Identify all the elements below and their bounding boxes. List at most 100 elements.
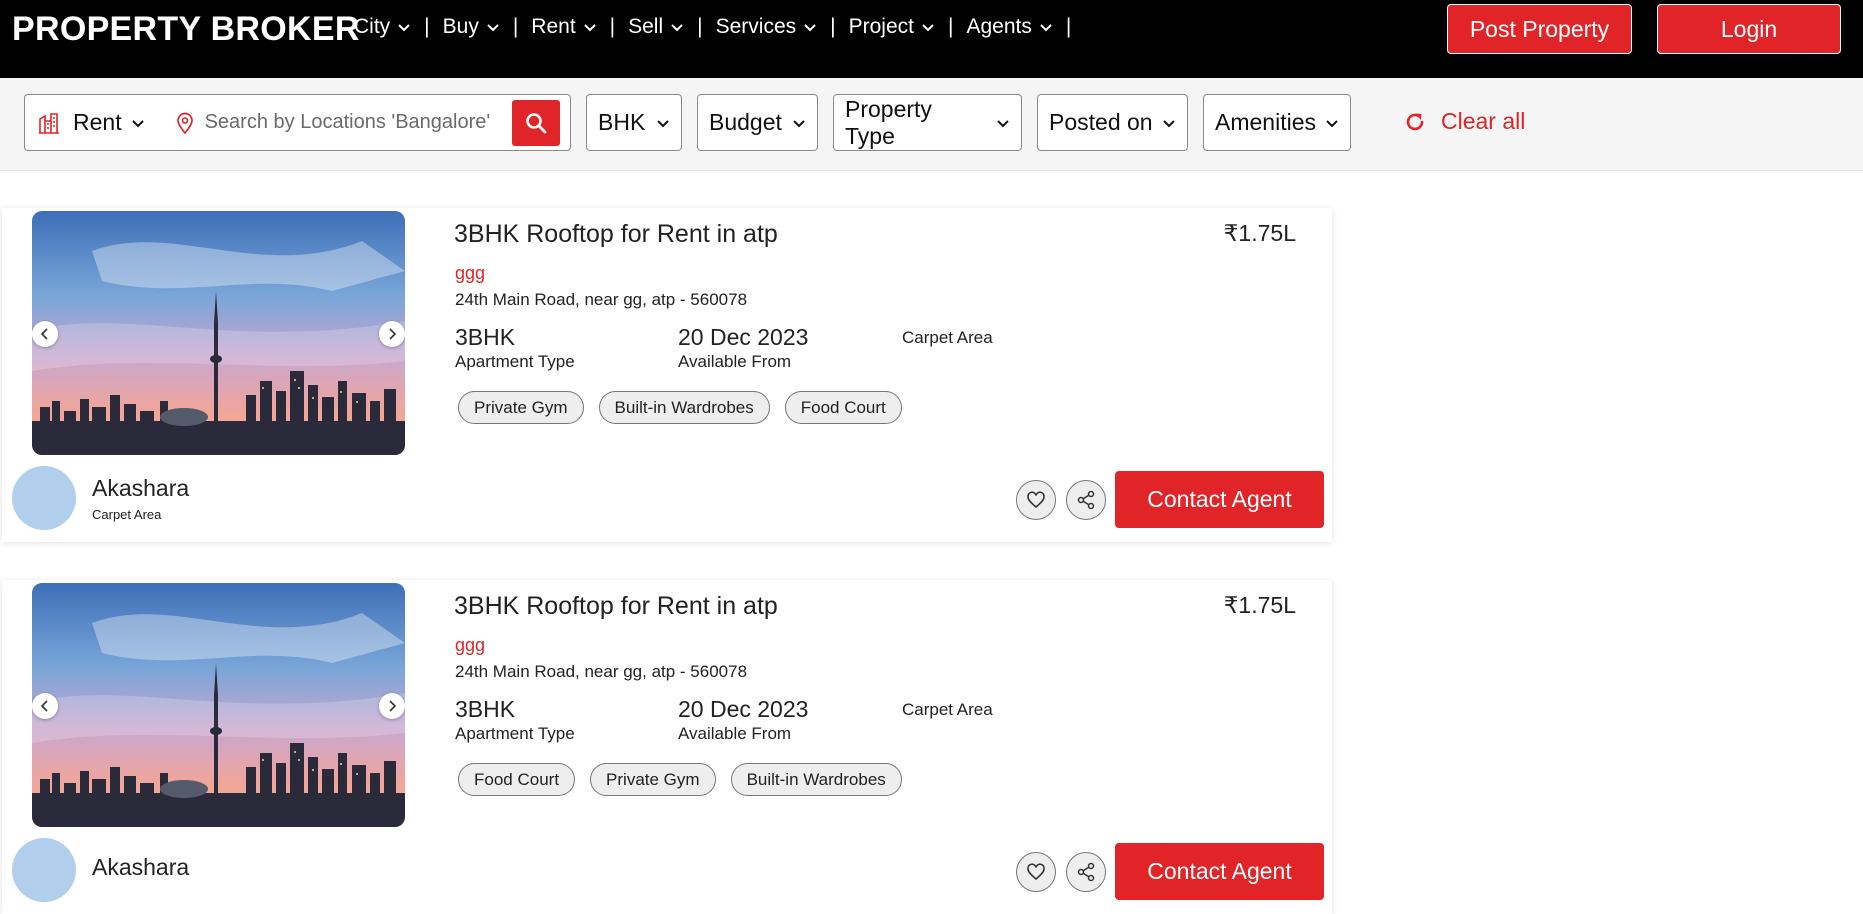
- agent-subtext: Carpet Area: [92, 506, 162, 522]
- property-type-dropdown[interactable]: Property Type: [833, 94, 1022, 151]
- listing-address: 24th Main Road, near gg, atp - 560078: [455, 290, 748, 309]
- listing-card[interactable]: 3BHK Rooftop for Rent in atp ₹1.75L ggg …: [2, 208, 1332, 542]
- property-type-dropdown-label: Property Type: [845, 95, 932, 149]
- chevron-down-icon: [657, 119, 669, 127]
- apartment-type-spec: 3BHK Apartment Type: [455, 324, 575, 372]
- chevron-down-icon: [1326, 119, 1338, 127]
- apartment-type-spec: 3BHK Apartment Type: [455, 696, 575, 744]
- avatar: [12, 838, 76, 902]
- contact-agent-button[interactable]: Contact Agent: [1115, 843, 1324, 900]
- chevron-down-icon: [922, 24, 934, 32]
- listing-price: ₹1.75L: [1223, 220, 1296, 246]
- nav-separator: |: [424, 15, 430, 38]
- search-icon: [526, 113, 547, 134]
- available-from-value: 20 Dec 2023: [678, 696, 809, 722]
- nav-rent-label: Rent: [531, 15, 576, 38]
- chevron-down-icon: [398, 24, 410, 32]
- apartment-type-value: 3BHK: [455, 324, 516, 350]
- city-skyline-image: [32, 211, 405, 455]
- listing-address: 24th Main Road, near gg, atp - 560078: [455, 662, 748, 681]
- favorite-button[interactable]: [1016, 480, 1056, 520]
- share-button[interactable]: [1066, 852, 1106, 892]
- nav-separator: |: [609, 15, 616, 38]
- listing-price: ₹1.75L: [1223, 592, 1296, 618]
- nav-project[interactable]: Project: [849, 15, 935, 39]
- building-icon: [39, 112, 59, 134]
- amenity-tag: Built-in Wardrobes: [730, 763, 902, 796]
- clear-all-label: Clear all: [1441, 108, 1526, 134]
- amenity-tag: Food Court: [784, 391, 902, 424]
- share-button[interactable]: [1066, 480, 1106, 520]
- nav-services[interactable]: Services: [716, 15, 818, 39]
- chevron-down-icon: [793, 119, 805, 127]
- chevron-down-icon: [1040, 24, 1052, 32]
- agent-name: Akashara: [92, 474, 190, 501]
- nav-buy[interactable]: Buy: [443, 15, 500, 39]
- amenities-dropdown[interactable]: Amenities: [1203, 94, 1351, 151]
- nav-city[interactable]: City: [354, 15, 411, 39]
- avatar: [12, 466, 76, 530]
- post-property-button[interactable]: Post Property: [1447, 4, 1632, 54]
- agent-info: Akashara Carpet Area: [12, 466, 189, 530]
- search-group: Rent: [24, 94, 571, 151]
- nav-sell-label: Sell: [628, 15, 664, 38]
- mode-select[interactable]: Rent: [25, 95, 145, 150]
- apartment-type-label: Apartment Type: [455, 724, 575, 743]
- brand-logo[interactable]: PROPERTY BROKER: [12, 10, 360, 49]
- nav-agents[interactable]: Agents: [966, 15, 1052, 39]
- city-skyline-image: [32, 583, 405, 827]
- available-from-label: Available From: [678, 352, 792, 371]
- chevron-down-icon: [583, 24, 596, 32]
- amenity-tag: Private Gym: [458, 391, 584, 424]
- search-button[interactable]: [512, 100, 560, 146]
- available-from-spec: 20 Dec 2023 Available From: [678, 324, 808, 372]
- listing-card[interactable]: 3BHK Rooftop for Rent in atp ₹1.75L ggg …: [2, 580, 1332, 914]
- nav-separator: |: [830, 15, 836, 38]
- chevron-right-icon: [389, 328, 397, 340]
- carpet-area-spec: Carpet Area: [902, 699, 993, 720]
- budget-dropdown[interactable]: Budget: [697, 94, 818, 151]
- clear-all-button[interactable]: Clear all: [1403, 108, 1525, 135]
- favorite-button[interactable]: [1016, 852, 1056, 892]
- property-photo[interactable]: [32, 583, 405, 827]
- nav-separator: |: [1065, 15, 1072, 38]
- heart-icon: [1027, 491, 1045, 509]
- amenity-tag: Built-in Wardrobes: [598, 391, 770, 424]
- amenity-tags: Private Gym Built-in Wardrobes Food Cour…: [458, 391, 917, 424]
- refresh-icon: [1406, 113, 1424, 130]
- chevron-down-icon: [131, 119, 144, 127]
- available-from-value: 20 Dec 2023: [678, 324, 809, 350]
- chevron-down-icon: [671, 24, 683, 32]
- bhk-dropdown[interactable]: BHK: [586, 94, 682, 151]
- posted-on-dropdown-label: Posted on: [1049, 109, 1153, 135]
- next-photo-button[interactable]: [379, 321, 405, 347]
- property-photo[interactable]: [32, 211, 405, 455]
- amenities-dropdown-label: Amenities: [1215, 109, 1316, 135]
- location-search-input[interactable]: [204, 111, 523, 134]
- nav-sell[interactable]: Sell: [628, 15, 684, 39]
- chevron-right-icon: [389, 700, 397, 712]
- location-pin-icon: [176, 112, 193, 134]
- listing-title[interactable]: 3BHK Rooftop for Rent in atp: [454, 220, 778, 249]
- nav-rent[interactable]: Rent: [531, 15, 596, 39]
- next-photo-button[interactable]: [379, 693, 405, 719]
- budget-dropdown-label: Budget: [709, 109, 782, 135]
- chevron-down-icon: [487, 24, 499, 32]
- chevron-down-icon: [804, 24, 816, 32]
- listing-subtitle: ggg: [455, 635, 486, 655]
- nav-services-label: Services: [715, 15, 797, 38]
- nav-separator: |: [697, 15, 703, 38]
- nav-separator: |: [512, 15, 519, 38]
- share-icon: [1077, 490, 1095, 510]
- agent-name: Akashara: [92, 854, 190, 880]
- chevron-left-icon: [40, 700, 48, 712]
- prev-photo-button[interactable]: [32, 321, 58, 347]
- listing-subtitle: ggg: [455, 263, 486, 283]
- prev-photo-button[interactable]: [32, 693, 58, 719]
- login-button[interactable]: Login: [1657, 4, 1841, 54]
- contact-agent-button[interactable]: Contact Agent: [1115, 471, 1324, 528]
- nav-project-label: Project: [848, 15, 914, 38]
- posted-on-dropdown[interactable]: Posted on: [1037, 94, 1188, 151]
- listing-title[interactable]: 3BHK Rooftop for Rent in atp: [454, 592, 778, 621]
- heart-icon: [1027, 863, 1045, 881]
